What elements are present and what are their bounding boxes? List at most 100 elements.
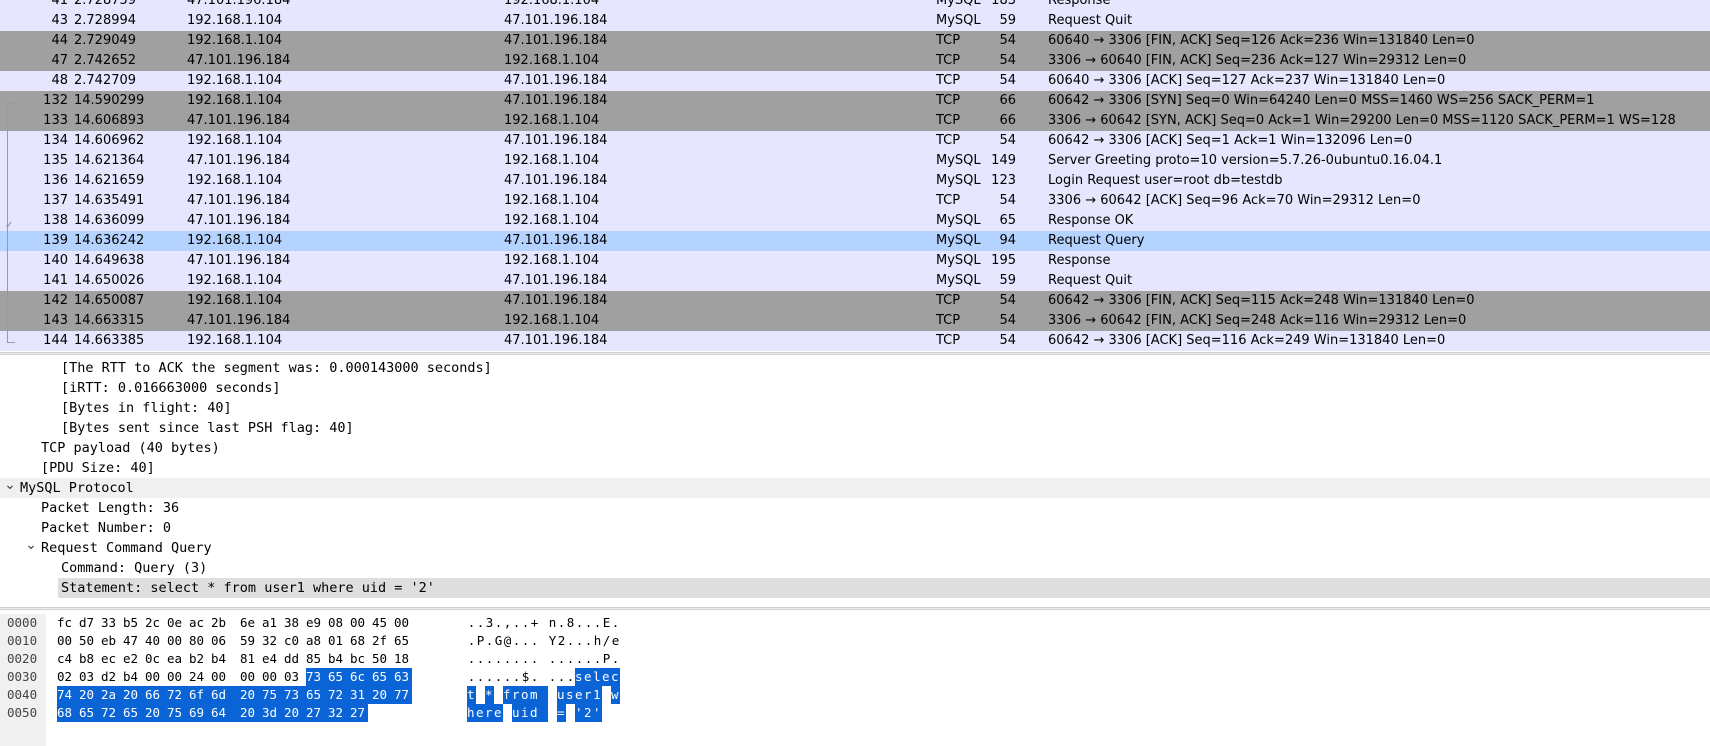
ascii-char[interactable]: r <box>485 704 494 722</box>
ascii-char[interactable]: P <box>602 650 611 668</box>
ascii-char[interactable]: . <box>548 668 557 686</box>
hex-byte[interactable]: 08 <box>328 614 344 632</box>
hex-byte[interactable]: 6d <box>211 686 240 704</box>
detail-row[interactable]: Packet Number: 0 <box>0 518 1710 538</box>
hex-byte[interactable]: 32 <box>328 704 350 722</box>
ascii-char[interactable]: 2 <box>584 704 593 722</box>
hex-byte[interactable]: 06 <box>211 632 227 650</box>
hex-byte[interactable]: b4 <box>328 650 344 668</box>
hex-byte[interactable]: 20 <box>240 704 262 722</box>
hex-byte[interactable]: 33 <box>101 614 117 632</box>
hex-byte[interactable]: ac <box>189 614 205 632</box>
ascii-char[interactable]: l <box>593 668 602 686</box>
ascii-char[interactable]: 2 <box>557 632 566 650</box>
ascii-char[interactable]: e <box>584 668 593 686</box>
packet-list-pane[interactable]: 41 2.728759 47.101.196.184 192.168.1.104 MyS… <box>0 0 1710 352</box>
hex-byte[interactable]: 45 <box>372 614 388 632</box>
packet-row[interactable]: 140 14.649638 47.101.196.184 192.168.1.104 M… <box>0 251 1710 271</box>
packet-row[interactable]: 41 2.728759 47.101.196.184 192.168.1.104 MyS… <box>0 0 1710 11</box>
hex-byte[interactable]: 69 <box>189 704 211 722</box>
hex-byte[interactable]: 0e <box>167 614 183 632</box>
bytes-row[interactable]: 0000 fc d7 33 b5 2c 0e ac 2b 6e a1 38 e9 08 00 45 00.. 3.… <box>0 614 1710 632</box>
hex-byte[interactable]: 18 <box>394 650 410 668</box>
hex-byte[interactable]: 3d <box>262 704 284 722</box>
ascii-char[interactable]: . <box>467 614 476 632</box>
hex-byte[interactable]: 6f <box>189 686 211 704</box>
packet-row[interactable]: 43 2.728994 192.168.1.104 47.101.196.184 MyS… <box>0 11 1710 31</box>
hex-byte[interactable]: e4 <box>262 650 278 668</box>
ascii-char[interactable]: w <box>611 686 620 704</box>
hex-byte[interactable]: 02 <box>57 668 73 686</box>
ascii-char[interactable]: . <box>512 614 521 632</box>
detail-row[interactable]: Packet Length: 36 <box>0 498 1710 518</box>
hex-byte[interactable]: 77 <box>394 686 412 704</box>
ascii-char[interactable]: 8 <box>566 614 575 632</box>
ascii-char[interactable]: . <box>485 632 494 650</box>
hex-byte[interactable]: 66 <box>145 686 167 704</box>
hex-byte[interactable]: 65 <box>79 704 101 722</box>
ascii-char[interactable]: . <box>530 632 539 650</box>
packet-row[interactable]: 135 14.621364 47.101.196.184 192.168.1.104 M… <box>0 151 1710 171</box>
ascii-char[interactable]: t <box>467 686 476 704</box>
hex-byte[interactable]: b2 <box>189 650 205 668</box>
hex-byte[interactable]: 65 <box>123 704 145 722</box>
hex-byte[interactable]: 00 <box>167 668 183 686</box>
packet-row[interactable]: 139 14.636242 192.168.1.104 47.101.196.184 M… <box>0 231 1710 251</box>
ascii-char[interactable]: ' <box>575 704 584 722</box>
ascii-char[interactable]: d <box>530 704 548 722</box>
hex-byte[interactable]: eb <box>101 632 117 650</box>
ascii-char[interactable]: Y <box>548 632 557 650</box>
ascii-char[interactable]: o <box>521 686 530 704</box>
bytes-row[interactable]: 0020 c4 b8 ec e2 0c ea b2 b4 81 e4 dd 85 b4 bc 50 18....… <box>0 650 1710 668</box>
ascii-char[interactable]: e <box>494 704 503 722</box>
packet-row[interactable]: 143 14.663315 47.101.196.184 192.168.1.104 T… <box>0 311 1710 331</box>
ascii-char[interactable]: * <box>485 686 494 704</box>
bytes-row[interactable]: 0010 00 50 eb 47 40 00 80 06 59 32 c0 a8 01 68 2f 65. P. G… <box>0 632 1710 650</box>
detail-row[interactable]: [Bytes in flight: 40] <box>0 398 1710 418</box>
hex-byte[interactable]: 00 <box>394 614 410 632</box>
ascii-char[interactable]: h <box>593 632 602 650</box>
ascii-char[interactable]: 1 <box>593 686 602 704</box>
ascii-char[interactable]: . <box>575 614 584 632</box>
ascii-char[interactable]: . <box>557 668 566 686</box>
hex-byte[interactable]: ea <box>167 650 183 668</box>
hex-byte[interactable]: 64 <box>211 704 240 722</box>
ascii-char[interactable]: . <box>512 650 521 668</box>
ascii-char[interactable]: . <box>575 650 584 668</box>
ascii-char[interactable]: . <box>584 650 593 668</box>
ascii-char[interactable]: n <box>548 614 557 632</box>
ascii-char[interactable]: . <box>557 614 566 632</box>
ascii-char[interactable]: . <box>530 668 539 686</box>
hex-byte[interactable]: 00 <box>145 668 161 686</box>
hex-byte[interactable]: 03 <box>284 668 300 686</box>
ascii-char[interactable]: . <box>611 614 620 632</box>
packet-row[interactable]: 47 2.742652 47.101.196.184 192.168.1.104 TCP… <box>0 51 1710 71</box>
ascii-char[interactable]: P <box>476 632 485 650</box>
hex-byte[interactable]: 20 <box>240 686 262 704</box>
hex-byte[interactable]: 03 <box>79 668 95 686</box>
ascii-char[interactable]: . <box>557 650 566 668</box>
ascii-char[interactable]: . <box>494 614 503 632</box>
ascii-char[interactable]: . <box>566 668 575 686</box>
hex-byte[interactable]: 2c <box>145 614 161 632</box>
packet-row[interactable]: 134 14.606962 192.168.1.104 47.101.196.184 T… <box>0 131 1710 151</box>
hex-byte[interactable]: e2 <box>123 650 139 668</box>
ascii-char[interactable]: e <box>611 632 620 650</box>
hex-byte[interactable]: dd <box>284 650 300 668</box>
ascii-char[interactable]: . <box>476 614 485 632</box>
ascii-char[interactable]: . <box>548 650 557 668</box>
hex-byte[interactable]: fc <box>57 614 73 632</box>
ascii-char[interactable]: . <box>512 668 521 686</box>
detail-row[interactable]: ⌄ Request Command Query <box>0 536 1710 558</box>
hex-byte[interactable]: 63 <box>394 668 412 686</box>
ascii-char[interactable]: E <box>602 614 611 632</box>
ascii-char[interactable]: / <box>602 632 611 650</box>
hex-byte[interactable]: d7 <box>79 614 95 632</box>
hex-byte[interactable]: 00 <box>350 614 366 632</box>
detail-row[interactable]: Command: Query (3) <box>0 558 1710 578</box>
hex-byte[interactable]: d2 <box>101 668 117 686</box>
packet-row[interactable]: 141 14.650026 192.168.1.104 47.101.196.184 M… <box>0 271 1710 291</box>
hex-byte[interactable]: 00 <box>57 632 73 650</box>
hex-byte[interactable]: 20 <box>79 686 101 704</box>
detail-row[interactable]: [PDU Size: 40] <box>0 458 1710 478</box>
